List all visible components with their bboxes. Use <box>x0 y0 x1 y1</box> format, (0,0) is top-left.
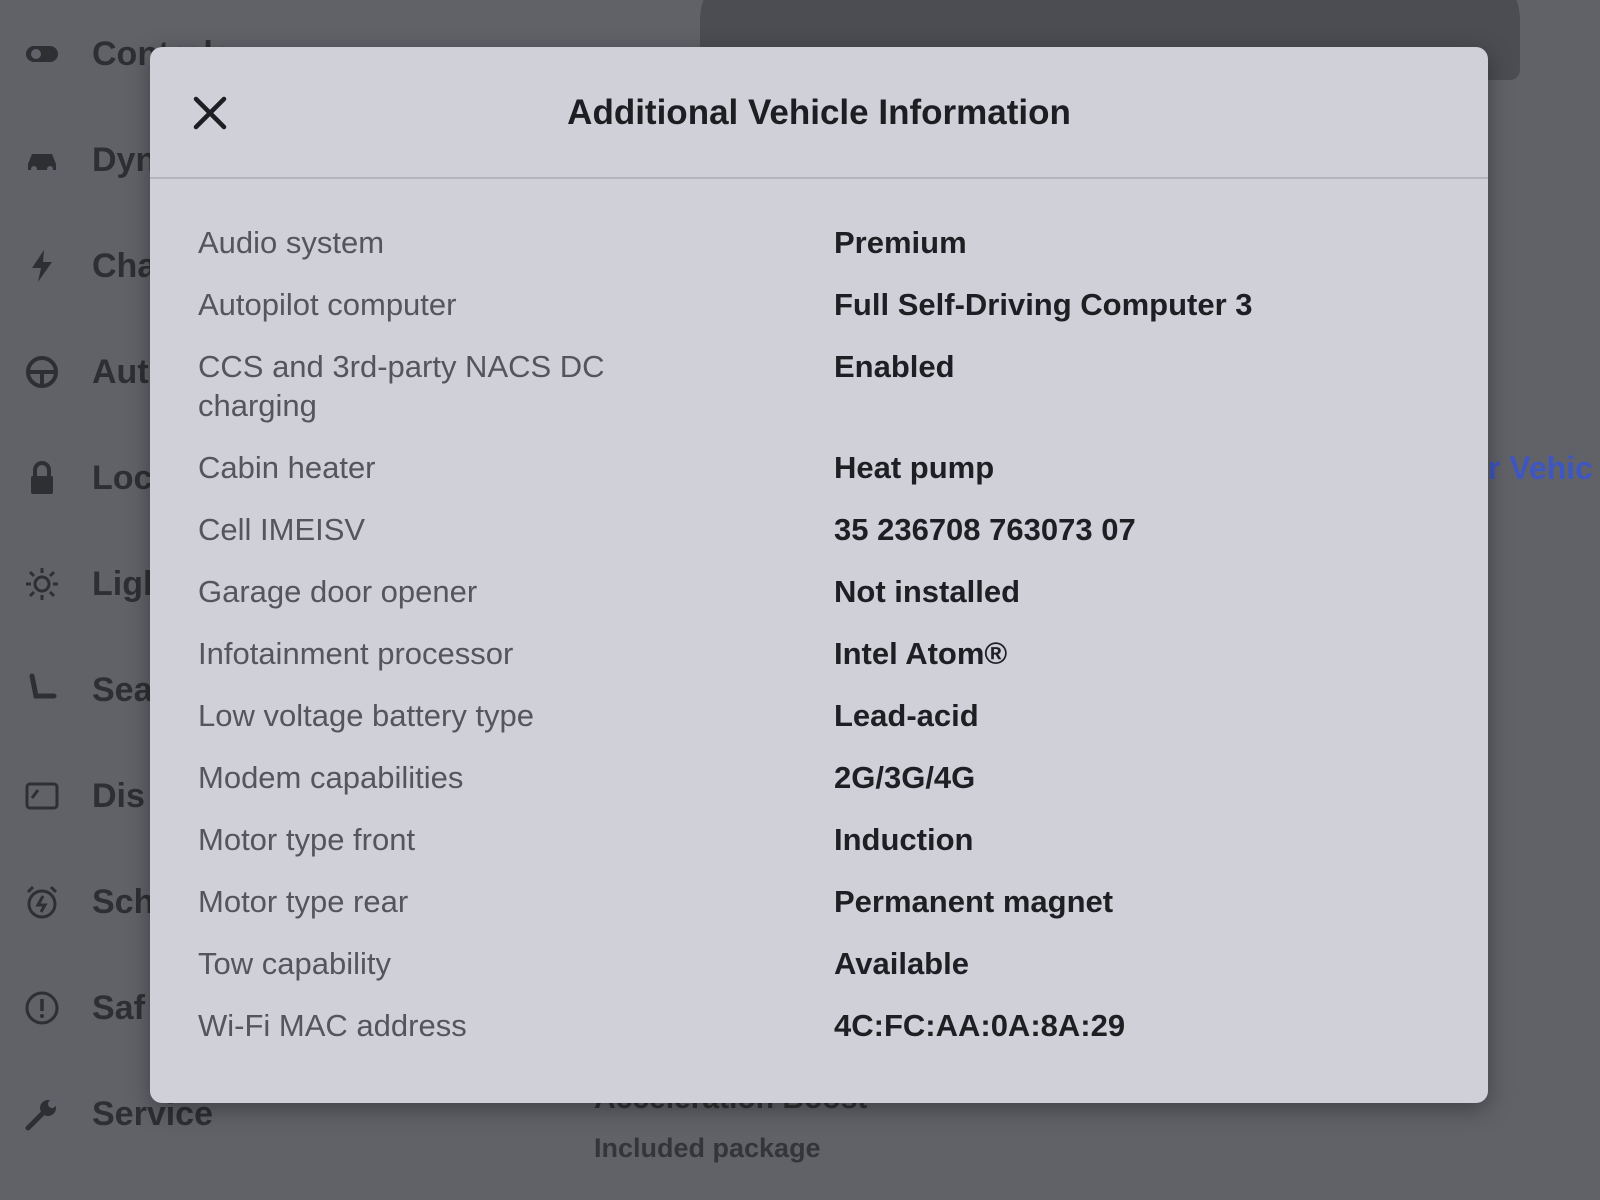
info-value: Induction <box>834 822 974 857</box>
info-row: Cabin heater Heat pump <box>198 448 1458 510</box>
vehicle-link[interactable]: r Vehic <box>1488 450 1593 487</box>
info-value: Enabled <box>834 349 955 384</box>
info-label: Low voltage battery type <box>198 698 535 733</box>
car-icon <box>22 140 62 180</box>
sun-icon <box>22 564 62 604</box>
info-row: Autopilot computer Full Self-Driving Com… <box>198 285 1458 347</box>
sidebar-item-dynamics[interactable]: Dyn <box>22 140 156 180</box>
alarm-clock-icon <box>22 882 62 922</box>
info-value: Heat pump <box>834 450 995 485</box>
dialog-header: Additional Vehicle Information <box>150 47 1488 179</box>
info-label: Audio system <box>198 225 385 260</box>
alert-circle-icon <box>22 988 62 1028</box>
wrench-icon <box>22 1094 62 1134</box>
sidebar-item-autopilot[interactable]: Aut <box>22 352 149 392</box>
info-row: CCS and 3rd-party NACS DC charging Enabl… <box>198 347 1458 448</box>
info-row: Cell IMEISV 35 236708 763073 07 <box>198 510 1458 572</box>
sidebar-item-schedule[interactable]: Sch <box>22 882 154 922</box>
info-row: Motor type front Induction <box>198 820 1458 882</box>
sidebar-item-label: Sea <box>92 670 153 709</box>
toggle-icon <box>22 34 62 74</box>
info-label: Tow capability <box>198 946 391 981</box>
lock-icon <box>22 458 62 498</box>
included-package-label: Included package <box>594 1133 821 1163</box>
vehicle-info-list: Audio system Premium Autopilot computer … <box>198 223 1458 1068</box>
dialog-title: Additional Vehicle Information <box>567 93 1071 132</box>
info-value: 35 236708 763073 07 <box>834 512 1136 547</box>
info-value: Intel Atom® <box>834 636 1008 671</box>
sidebar-item-label: Saf <box>92 988 145 1027</box>
sidebar-item-label: Dis <box>92 776 145 815</box>
seat-icon <box>22 670 62 710</box>
sidebar-item-label: Sch <box>92 882 155 921</box>
info-label: Modem capabilities <box>198 760 464 795</box>
sidebar-item-locks[interactable]: Loc <box>22 458 152 498</box>
info-value: Premium <box>834 225 967 260</box>
info-label: Infotainment processor <box>198 636 514 671</box>
info-row: Infotainment processor Intel Atom® <box>198 634 1458 696</box>
info-value: 2G/3G/4G <box>834 760 976 795</box>
info-label: Garage door opener <box>198 574 478 609</box>
sidebar-item-seats[interactable]: Sea <box>22 670 153 710</box>
lightning-icon <box>22 246 62 286</box>
info-value: Lead-acid <box>834 698 979 733</box>
info-value: Not installed <box>834 574 1021 609</box>
sidebar-item-charging[interactable]: Cha <box>22 246 156 286</box>
display-icon <box>22 776 62 816</box>
info-label: Motor type rear <box>198 884 409 919</box>
info-label: Cell IMEISV <box>198 512 366 547</box>
info-label: Cabin heater <box>198 450 376 485</box>
sidebar-item-display[interactable]: Dis <box>22 776 145 816</box>
sidebar-item-label: Ligl <box>92 564 153 603</box>
info-value: Full Self-Driving Computer 3 <box>834 287 1253 322</box>
sidebar-item-label: Loc <box>92 458 153 497</box>
vehicle-info-dialog: Additional Vehicle Information Audio sys… <box>150 47 1488 1103</box>
info-row: Motor type rear Permanent magnet <box>198 882 1458 944</box>
info-row: Modem capabilities 2G/3G/4G <box>198 758 1458 820</box>
info-value: 4C:FC:AA:0A:8A:29 <box>834 1008 1126 1043</box>
info-value: Available <box>834 946 969 981</box>
steering-wheel-icon <box>22 352 62 392</box>
info-row: Garage door opener Not installed <box>198 572 1458 634</box>
sidebar-item-label: Cha <box>92 246 157 285</box>
info-row: Audio system Premium <box>198 223 1458 285</box>
sidebar-item-label: Aut <box>92 352 149 391</box>
screen: Controls Dyn Cha Aut Loc <box>0 0 1600 1200</box>
info-label: Motor type front <box>198 822 416 857</box>
info-label: CCS and 3rd-party NACS DC charging <box>198 349 605 423</box>
sidebar-item-lights[interactable]: Ligl <box>22 564 152 604</box>
info-label: Autopilot computer <box>198 287 457 322</box>
info-label: Wi-Fi MAC address <box>198 1008 467 1043</box>
sidebar-item-label: Dyn <box>92 140 157 179</box>
sidebar-item-safety[interactable]: Saf <box>22 988 145 1028</box>
info-row: Tow capability Available <box>198 944 1458 1006</box>
info-row: Low voltage battery type Lead-acid <box>198 696 1458 758</box>
info-row: Wi-Fi MAC address 4C:FC:AA:0A:8A:29 <box>198 1006 1458 1068</box>
info-value: Permanent magnet <box>834 884 1114 919</box>
